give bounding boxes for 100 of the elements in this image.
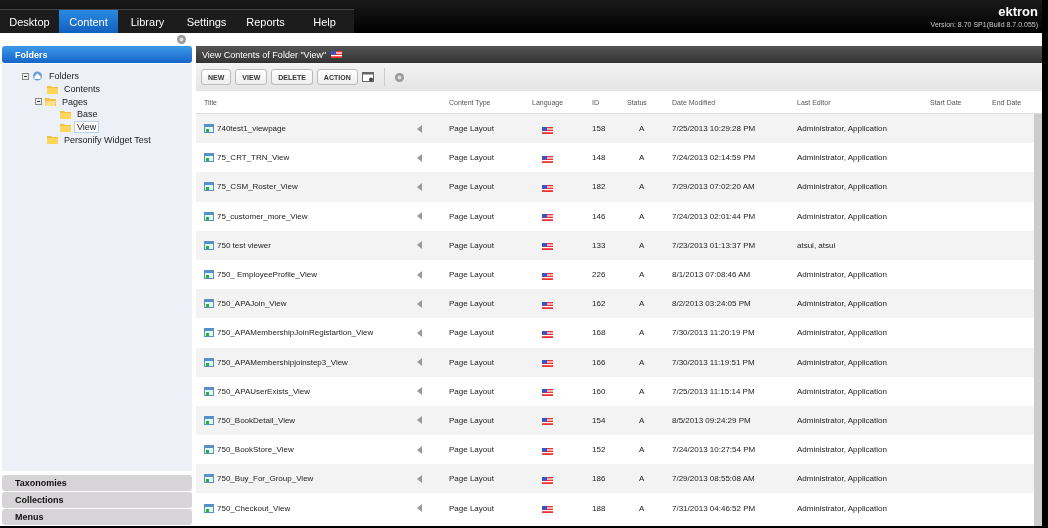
table-cell-text: 182 [592, 182, 607, 192]
content-title-link[interactable]: 750 test viewer [217, 240, 271, 250]
content-title-link[interactable]: 750_APAMembershipjoinstep3_View [217, 357, 348, 367]
page-layout-icon [204, 445, 214, 455]
sidebar-section-header[interactable]: Taxonomies [2, 475, 192, 491]
left-arrow-icon[interactable] [417, 299, 422, 308]
nav-tab[interactable]: Help [295, 10, 354, 33]
left-arrow-icon[interactable] [417, 241, 422, 250]
table-cell-text: A [638, 182, 646, 192]
left-arrow-icon[interactable] [417, 153, 422, 162]
flag-icon [542, 389, 553, 397]
open-folder-icon [45, 97, 56, 107]
table-cell-text: Administrator, Application [797, 386, 888, 396]
table-cell-text: Administrator, Application [797, 124, 888, 134]
table-cell-text: Administrator, Application [797, 328, 888, 338]
tree-item[interactable]: Contents [61, 83, 104, 96]
table-cell-text: 148 [592, 153, 607, 163]
content-title-link[interactable]: 750_APAUserExists_View [217, 386, 311, 396]
table-cell-text: 162 [592, 299, 607, 309]
collapse-icon[interactable] [22, 72, 29, 80]
table-cell-text: A [638, 357, 646, 367]
page-layout-icon [204, 240, 214, 250]
sidebar-section-header[interactable]: Folders [2, 46, 192, 63]
table-cell-text: Administrator, Application [797, 211, 888, 221]
page-layout-icon [204, 474, 214, 484]
page-layout-icon [204, 415, 214, 425]
left-arrow-icon[interactable] [417, 474, 422, 483]
left-arrow-icon[interactable] [417, 270, 422, 279]
content-title-link[interactable]: 75_CRT_TRN_View [217, 153, 290, 163]
left-arrow-icon[interactable] [417, 124, 422, 133]
tree-item[interactable]: Personify Widget Test [61, 133, 154, 146]
left-arrow-icon[interactable] [417, 358, 422, 367]
page-layout-icon [204, 153, 214, 163]
table-cell-text: Administrator, Application [797, 270, 888, 280]
table-cell-text: A [638, 415, 646, 425]
sidebar-section-header[interactable]: Menus [2, 509, 192, 525]
left-arrow-icon[interactable] [417, 416, 422, 425]
table-cell-text: Page Layout [449, 357, 495, 367]
collapse-icon[interactable] [35, 98, 42, 106]
flag-icon [542, 418, 553, 426]
table-cell-text: 133 [592, 240, 607, 250]
flag-icon [542, 330, 553, 338]
flag-icon [542, 360, 553, 368]
left-arrow-icon[interactable] [417, 328, 422, 337]
content-title-link[interactable]: 750_APAJoin_View [217, 299, 287, 309]
content-title-link[interactable]: 75_customer_more_View [217, 211, 308, 221]
table-cell-text: Administrator, Application [797, 474, 888, 484]
folder-icon [47, 84, 58, 94]
table-cell-text: 7/30/2013 11:19:51 PM [672, 357, 756, 367]
left-arrow-icon[interactable] [417, 504, 422, 513]
tree-item[interactable]: View [74, 121, 100, 134]
content-title-link[interactable]: 750_Buy_For_Group_View [217, 474, 314, 484]
table-cell-text: 8/1/2013 07:08:46 AM [672, 270, 752, 280]
tree-item[interactable]: Pages [59, 95, 91, 108]
content-title-link[interactable]: 750_BookStore_View [217, 445, 294, 455]
logo: ektron [998, 4, 1038, 19]
left-arrow-icon[interactable] [417, 445, 422, 454]
table-cell-text: 7/29/2013 07:02:20 AM [672, 182, 756, 192]
help-icon[interactable] [394, 72, 404, 82]
flag-icon [542, 506, 553, 514]
table-cell-text: 188 [592, 503, 607, 513]
table-cell-text: Page Layout [449, 445, 495, 455]
tree-item[interactable]: Base [74, 108, 101, 121]
table-cell-text: Page Layout [449, 415, 495, 425]
nav-tab[interactable]: Reports [236, 10, 295, 33]
table-cell-text: Page Layout [449, 299, 495, 309]
content-title-link[interactable]: 750_Checkout_View [217, 503, 291, 513]
flag-icon [542, 184, 553, 192]
table-cell-text: 7/24/2013 02:14:59 PM [672, 153, 757, 163]
page-layout-icon [204, 328, 214, 338]
content-title-link[interactable]: 750_ EmployeeProfile_View [217, 270, 317, 280]
home-icon [32, 71, 43, 82]
tree-item[interactable]: Folders [46, 70, 82, 83]
table-cell-text: 8/2/2013 03:24:05 PM [672, 299, 752, 309]
nav-tab[interactable]: Library [118, 10, 177, 33]
nav-tab[interactable]: Content [59, 10, 118, 33]
page-layout-icon [204, 211, 214, 221]
table-cell-text: A [638, 503, 646, 513]
table-cell-text: Administrator, Application [797, 357, 888, 367]
content-title-link[interactable]: 740test1_viewpage [217, 124, 286, 134]
content-title-link[interactable]: 750_BookDetail_View [217, 415, 296, 425]
window-icon[interactable] [361, 72, 374, 82]
help-icon[interactable] [177, 35, 186, 44]
table-cell-text: A [638, 328, 646, 338]
nav-tab[interactable]: Desktop [0, 10, 59, 33]
left-arrow-icon[interactable] [417, 182, 422, 191]
table-cell-text: Page Layout [449, 270, 495, 280]
table-cell-text: A [638, 386, 646, 396]
table-cell-text: 186 [592, 474, 607, 484]
folder-icon [47, 135, 58, 145]
left-arrow-icon[interactable] [417, 212, 422, 221]
table-cell-text: A [638, 445, 646, 455]
content-title-link[interactable]: 75_CSM_Roster_View [217, 182, 298, 192]
left-arrow-icon[interactable] [417, 387, 422, 396]
table-cell-text: 226 [592, 270, 607, 280]
sidebar-section-header[interactable]: Collections [2, 492, 192, 508]
content-title-link[interactable]: 750_APAMembershipJoinRegistartion_View [217, 328, 374, 338]
nav-tab[interactable]: Settings [177, 10, 236, 33]
flag-icon [542, 214, 553, 222]
table-cell-text: 166 [592, 357, 607, 367]
